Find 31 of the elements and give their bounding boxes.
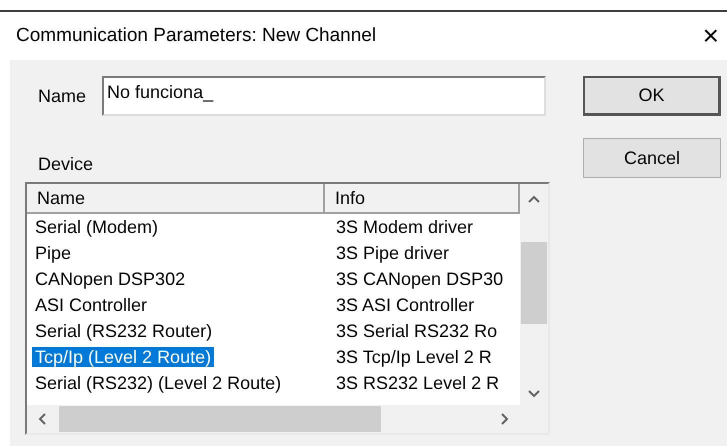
ok-button[interactable]: OK bbox=[583, 76, 721, 116]
device-info: 3S ASI Controller bbox=[335, 294, 474, 316]
device-info: 3S RS232 Level 2 R bbox=[335, 372, 500, 394]
scroll-left-icon[interactable] bbox=[37, 413, 47, 425]
device-name[interactable]: CANopen DSP302 bbox=[32, 268, 188, 288]
device-info: 3S Serial RS232 Ro bbox=[335, 320, 498, 342]
device-info: 3S CANopen DSP30 bbox=[335, 268, 504, 291]
horizontal-scrollbar[interactable] bbox=[27, 405, 548, 433]
column-header[interactable]: Name bbox=[27, 184, 325, 214]
scrollbar-thumb[interactable] bbox=[59, 406, 381, 432]
device-name[interactable]: Tcp/Ip (Level 2 Route) bbox=[32, 346, 214, 366]
device-name[interactable]: Serial (RS232 Router) bbox=[32, 320, 216, 340]
device-info: 3S Modem driver bbox=[335, 216, 474, 238]
scroll-down-icon[interactable] bbox=[528, 389, 540, 399]
vertical-scrollbar[interactable] bbox=[520, 184, 548, 405]
close-button[interactable]: × bbox=[700, 22, 721, 50]
device-name[interactable]: ASI Controller bbox=[32, 294, 150, 314]
scrollbar-thumb[interactable] bbox=[521, 242, 547, 324]
scroll-up-icon[interactable] bbox=[528, 194, 540, 204]
name-field[interactable]: No funciona_ bbox=[102, 76, 546, 116]
cancel-button[interactable]: Cancel bbox=[583, 138, 721, 178]
field-label: Name bbox=[38, 84, 86, 108]
device-name[interactable]: Serial (RS232) (Level 2 Route) bbox=[32, 372, 284, 392]
column-header[interactable]: Info bbox=[325, 184, 520, 214]
device-info: 3S Pipe driver bbox=[335, 242, 450, 265]
scroll-right-icon[interactable] bbox=[500, 413, 510, 425]
window-title: Communication Parameters: New Channel bbox=[16, 24, 376, 48]
device-name[interactable]: Pipe bbox=[32, 242, 74, 262]
group-label: Device bbox=[37, 153, 94, 176]
device-info: 3S Tcp/Ip Level 2 R bbox=[335, 346, 492, 369]
device-name[interactable]: Serial (Modem) bbox=[32, 216, 162, 236]
